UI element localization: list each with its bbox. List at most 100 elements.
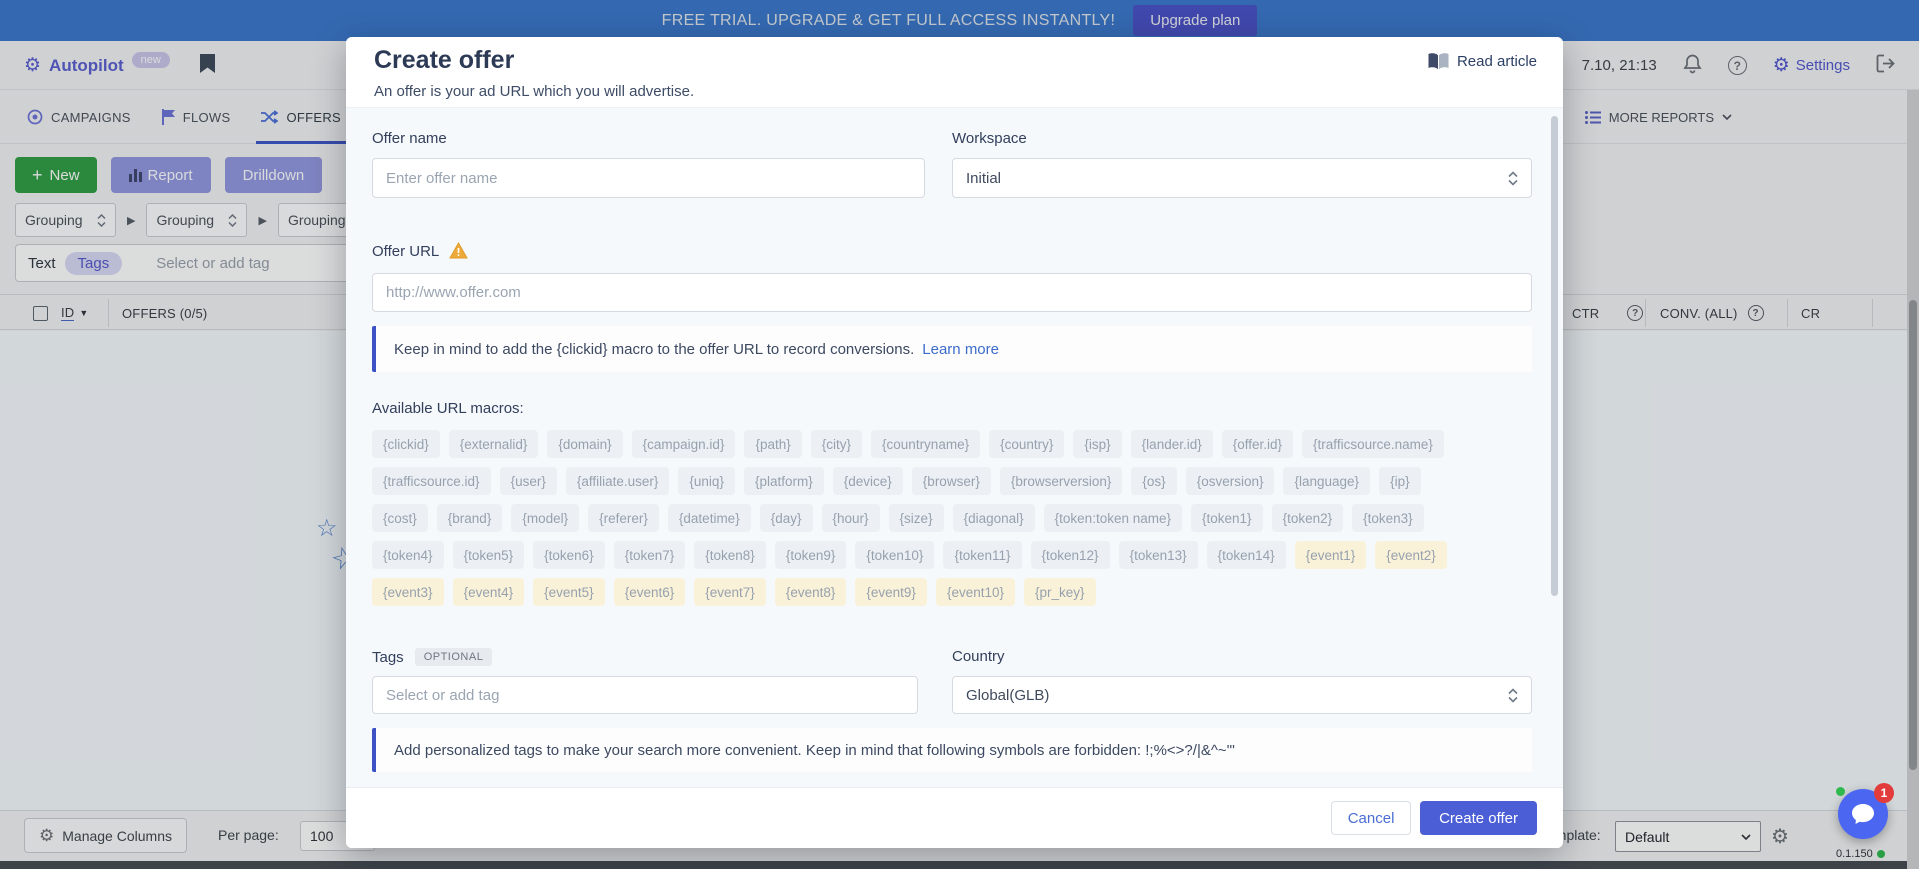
macro-chip[interactable]: {cost} bbox=[372, 504, 428, 532]
optional-badge: OPTIONAL bbox=[415, 648, 493, 666]
workspace-label: Workspace bbox=[952, 130, 1027, 147]
macro-chip[interactable]: {trafficsource.name} bbox=[1302, 430, 1444, 458]
macro-chip[interactable]: {trafficsource.id} bbox=[372, 467, 491, 495]
tags-note: Add personalized tags to make your searc… bbox=[372, 728, 1532, 772]
modal-body: Offer name Workspace Initial Offer URL bbox=[346, 107, 1563, 787]
macro-chip[interactable]: {language} bbox=[1283, 467, 1370, 495]
macro-chip[interactable]: {referer} bbox=[588, 504, 659, 532]
chat-online-dot bbox=[1836, 787, 1845, 796]
macro-chip[interactable]: {token2} bbox=[1272, 504, 1344, 532]
book-icon bbox=[1428, 53, 1449, 70]
macro-chip[interactable]: {event10} bbox=[936, 578, 1015, 606]
macro-chip[interactable]: {size} bbox=[889, 504, 944, 532]
macro-chip[interactable]: {externalid} bbox=[449, 430, 539, 458]
macro-chip[interactable]: {lander.id} bbox=[1131, 430, 1213, 458]
offer-name-label: Offer name bbox=[372, 130, 447, 147]
macro-chip[interactable]: {token12} bbox=[1031, 541, 1110, 569]
chat-unread-badge: 1 bbox=[1874, 783, 1894, 803]
read-article-link[interactable]: Read article bbox=[1428, 53, 1537, 70]
workspace-select[interactable]: Initial bbox=[952, 158, 1532, 198]
macro-chip[interactable]: {datetime} bbox=[668, 504, 751, 532]
tags-input[interactable] bbox=[372, 676, 918, 714]
macro-row: {event3} {event4} {event5} {event6} {event7}… bbox=[372, 578, 1537, 606]
macro-chip[interactable]: {uniq} bbox=[678, 467, 735, 495]
macro-chip[interactable]: {event5} bbox=[533, 578, 605, 606]
macro-chip[interactable]: {affiliate.user} bbox=[566, 467, 670, 495]
offer-name-input[interactable] bbox=[372, 158, 925, 198]
read-article-label: Read article bbox=[1457, 53, 1537, 70]
macro-chip[interactable]: {clickid} bbox=[372, 430, 440, 458]
macro-chip[interactable]: {isp} bbox=[1073, 430, 1121, 458]
macro-chip[interactable]: {token7} bbox=[614, 541, 686, 569]
macro-chips: {clickid} {externalid} {domain} {campaign.i… bbox=[372, 430, 1537, 615]
tags-label-row: Tags OPTIONAL bbox=[372, 648, 492, 666]
create-offer-modal: Create offer An offer is your ad URL whi… bbox=[346, 37, 1563, 848]
learn-more-link[interactable]: Learn more bbox=[922, 341, 999, 358]
macro-chip[interactable]: {day} bbox=[760, 504, 813, 532]
tags-label: Tags bbox=[372, 649, 404, 666]
macro-chip[interactable]: {pr_key} bbox=[1024, 578, 1096, 606]
chat-widget-button[interactable]: 1 bbox=[1838, 789, 1888, 839]
modal-title: Create offer bbox=[374, 46, 514, 75]
updown-chevron-icon bbox=[1508, 171, 1518, 186]
create-offer-button[interactable]: Create offer bbox=[1420, 801, 1537, 835]
macro-chip[interactable]: {browserversion} bbox=[1000, 467, 1123, 495]
modal-header: Create offer An offer is your ad URL whi… bbox=[346, 37, 1563, 107]
macro-chip[interactable]: {token5} bbox=[453, 541, 525, 569]
macro-chip[interactable]: {os} bbox=[1131, 467, 1176, 495]
macro-chip[interactable]: {osversion} bbox=[1186, 467, 1275, 495]
macro-chip[interactable]: {token14} bbox=[1207, 541, 1286, 569]
macro-chip[interactable]: {ip} bbox=[1379, 467, 1421, 495]
macro-chip[interactable]: {brand} bbox=[437, 504, 503, 532]
offer-url-label-row: Offer URL bbox=[372, 241, 468, 262]
macro-chip[interactable]: {token:token name} bbox=[1044, 504, 1182, 532]
macro-chip[interactable]: {token1} bbox=[1191, 504, 1263, 532]
macro-chip[interactable]: {event7} bbox=[694, 578, 766, 606]
macro-chip[interactable]: {token8} bbox=[694, 541, 766, 569]
offer-url-input[interactable] bbox=[372, 273, 1532, 312]
clickid-note-text: Keep in mind to add the {clickid} macro … bbox=[394, 341, 914, 358]
macro-row: {clickid} {externalid} {domain} {campaign.i… bbox=[372, 430, 1537, 458]
tags-note-text: Add personalized tags to make your searc… bbox=[394, 742, 1235, 759]
macro-chip[interactable]: {hour} bbox=[822, 504, 880, 532]
macro-chip[interactable]: {domain} bbox=[547, 430, 622, 458]
macro-chip[interactable]: {event2} bbox=[1375, 541, 1447, 569]
macro-row: {cost} {brand} {model} {referer} {datetime} {… bbox=[372, 504, 1537, 532]
macro-chip[interactable]: {city} bbox=[811, 430, 862, 458]
macro-chip[interactable]: {country} bbox=[989, 430, 1064, 458]
macro-chip[interactable]: {token3} bbox=[1352, 504, 1424, 532]
updown-chevron-icon bbox=[1508, 688, 1518, 703]
workspace-value: Initial bbox=[966, 170, 1001, 187]
macro-chip[interactable]: {countryname} bbox=[871, 430, 980, 458]
macro-chip[interactable]: {token4} bbox=[372, 541, 444, 569]
country-select[interactable]: Global(GLB) bbox=[952, 676, 1532, 714]
macro-chip[interactable]: {path} bbox=[744, 430, 801, 458]
offer-url-label: Offer URL bbox=[372, 243, 439, 260]
macro-chip[interactable]: {browser} bbox=[912, 467, 991, 495]
warning-icon bbox=[449, 242, 468, 263]
macro-chip[interactable]: {token11} bbox=[943, 541, 1021, 569]
macros-label: Available URL macros: bbox=[372, 400, 524, 417]
macro-chip[interactable]: {event8} bbox=[775, 578, 847, 606]
macro-chip[interactable]: {model} bbox=[511, 504, 579, 532]
clickid-note: Keep in mind to add the {clickid} macro … bbox=[372, 326, 1532, 372]
macro-row: {trafficsource.id} {user} {affiliate.user}… bbox=[372, 467, 1537, 495]
macro-chip[interactable]: {device} bbox=[833, 467, 903, 495]
macro-row: {token4} {token5} {token6} {token7} {token8}… bbox=[372, 541, 1537, 569]
macro-chip[interactable]: {token6} bbox=[533, 541, 605, 569]
macro-chip[interactable]: {token10} bbox=[855, 541, 934, 569]
macro-chip[interactable]: {offer.id} bbox=[1222, 430, 1293, 458]
macro-chip[interactable]: {event9} bbox=[855, 578, 927, 606]
macro-chip[interactable]: {event1} bbox=[1295, 541, 1367, 569]
modal-scrollbar-thumb[interactable] bbox=[1551, 116, 1558, 596]
macro-chip[interactable]: {event3} bbox=[372, 578, 444, 606]
macro-chip[interactable]: {event6} bbox=[614, 578, 686, 606]
macro-chip[interactable]: {event4} bbox=[453, 578, 525, 606]
macro-chip[interactable]: {token9} bbox=[775, 541, 847, 569]
cancel-button[interactable]: Cancel bbox=[1331, 801, 1411, 835]
macro-chip[interactable]: {user} bbox=[500, 467, 557, 495]
macro-chip[interactable]: {campaign.id} bbox=[632, 430, 736, 458]
macro-chip[interactable]: {platform} bbox=[744, 467, 824, 495]
macro-chip[interactable]: {token13} bbox=[1119, 541, 1198, 569]
macro-chip[interactable]: {diagonal} bbox=[953, 504, 1035, 532]
